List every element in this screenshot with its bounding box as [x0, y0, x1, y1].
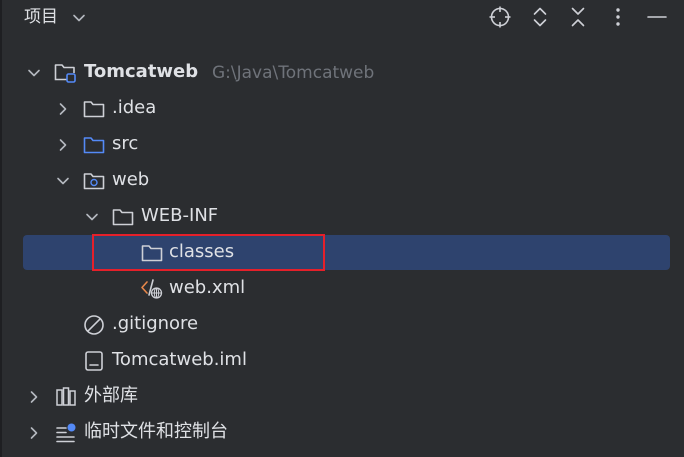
folder-icon	[83, 98, 105, 120]
tree-item-label: WEB-INF	[141, 205, 219, 226]
chevron-right-icon[interactable]	[56, 137, 70, 151]
tree-item-label: web	[112, 169, 150, 190]
tree-item-external-libraries[interactable]: 外部库	[0, 378, 684, 414]
iml-file-icon	[83, 350, 105, 372]
tree-item-label: Tomcatweb.iml	[112, 349, 247, 370]
chevron-right-icon[interactable]	[27, 425, 41, 439]
tree-item-web[interactable]: web	[0, 162, 684, 198]
chevron-right-icon[interactable]	[27, 389, 41, 403]
module-folder-icon	[54, 62, 76, 84]
chevron-down-icon[interactable]	[56, 173, 70, 187]
tree-item-label: classes	[169, 241, 235, 262]
tree-item-label: Tomcatweb	[84, 61, 199, 82]
ignore-file-icon	[83, 314, 105, 336]
locate-icon[interactable]	[488, 5, 512, 29]
tree-item-gitignore[interactable]: .gitignore	[0, 306, 684, 342]
expand-all-icon[interactable]	[528, 5, 552, 29]
tree-item-tomcatweb[interactable]: Tomcatweb G:\Java\Tomcatweb	[0, 54, 684, 90]
chevron-right-icon[interactable]	[56, 101, 70, 115]
project-path: G:\Java\Tomcatweb	[212, 63, 375, 83]
tree-item-classes[interactable]: classes	[0, 234, 684, 271]
tree-item-label: 外部库	[84, 385, 138, 406]
web-folder-icon	[83, 170, 105, 192]
tree-item-idea[interactable]: .idea	[0, 90, 684, 126]
tree-item-tomcatweb-iml[interactable]: Tomcatweb.iml	[0, 342, 684, 378]
more-options-icon[interactable]	[606, 5, 630, 29]
collapse-all-icon[interactable]	[566, 5, 590, 29]
folder-icon	[141, 242, 163, 264]
scratches-icon	[55, 422, 77, 444]
tree-item-src[interactable]: src	[0, 126, 684, 162]
chevron-down-icon[interactable]	[85, 209, 99, 223]
library-icon	[55, 386, 77, 408]
project-panel-header: 项目	[0, 0, 684, 34]
xml-file-icon	[140, 278, 163, 300]
tree-item-label: web.xml	[169, 277, 246, 298]
tree-item-scratches-and-consoles[interactable]: 临时文件和控制台	[0, 414, 684, 450]
tree-item-label: src	[112, 133, 139, 154]
chevron-down-icon[interactable]	[72, 10, 86, 24]
tree-item-web-xml[interactable]: web.xml	[0, 270, 684, 306]
folder-icon	[112, 206, 134, 228]
minimize-icon[interactable]	[645, 5, 669, 29]
tree-item-web-inf[interactable]: WEB-INF	[0, 198, 684, 234]
chevron-down-icon[interactable]	[27, 65, 41, 79]
selection-highlight	[23, 235, 670, 270]
panel-title[interactable]: 项目	[24, 5, 58, 29]
tree-item-label: .gitignore	[112, 313, 199, 334]
source-folder-icon	[83, 134, 105, 156]
tree-item-label: 临时文件和控制台	[84, 421, 228, 442]
tree-item-label: .idea	[112, 97, 157, 118]
